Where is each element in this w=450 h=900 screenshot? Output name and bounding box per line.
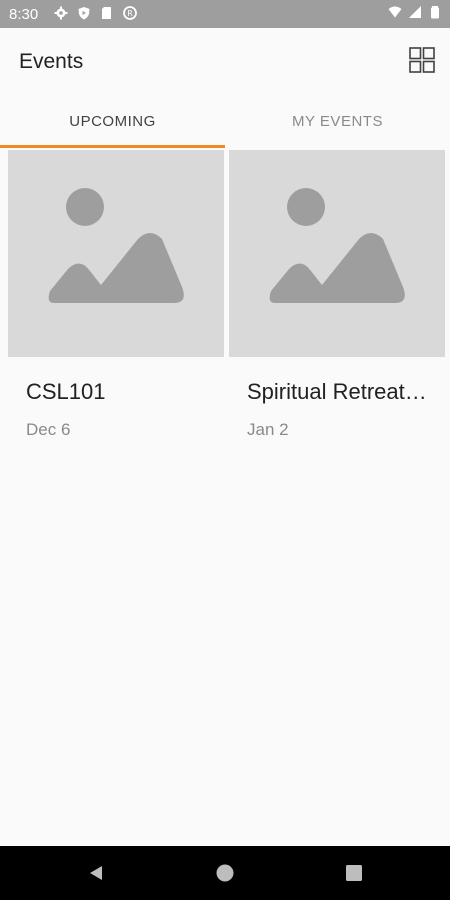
event-date: Dec 6: [26, 420, 71, 439]
grid-view-icon: [409, 47, 435, 73]
status-time: 8:30: [9, 6, 39, 23]
tab-bar: UPCOMING MY EVENTS: [0, 94, 450, 148]
tab-label: UPCOMING: [69, 112, 156, 130]
sim-card-icon: [102, 7, 111, 19]
status-icons-right: [388, 5, 442, 19]
signal-icon: [409, 6, 421, 18]
event-card[interactable]: CSL101 Dec 6: [8, 150, 224, 450]
event-title: CSL101: [26, 379, 106, 404]
battery-icon: [431, 6, 439, 19]
image-placeholder-icon: [48, 187, 184, 303]
tab-upcoming[interactable]: UPCOMING: [0, 94, 225, 148]
wifi-icon: [388, 6, 402, 18]
home-icon: [216, 864, 234, 882]
status-icons-left: R: [54, 6, 137, 20]
event-thumbnail: [8, 150, 224, 357]
page-title: Events: [19, 50, 84, 73]
event-card[interactable]: Spiritual Retreat… Jan 2: [229, 150, 445, 450]
settings-icon: [54, 6, 68, 20]
event-thumbnail: [229, 150, 445, 357]
system-nav-bar: [0, 846, 450, 900]
data-saver-icon: R: [123, 6, 137, 20]
back-icon: [90, 866, 102, 880]
tab-label: MY EVENTS: [292, 112, 383, 130]
back-button[interactable]: [84, 861, 108, 885]
tab-my-events[interactable]: MY EVENTS: [225, 94, 450, 148]
tab-indicator: [0, 145, 225, 148]
image-placeholder-icon: [269, 187, 405, 303]
home-button[interactable]: [213, 861, 237, 885]
status-bar: 8:30 R: [0, 0, 450, 28]
event-date: Jan 2: [247, 420, 289, 439]
recents-button[interactable]: [342, 861, 366, 885]
app-bar: Events: [0, 28, 450, 94]
svg-text:R: R: [127, 9, 133, 18]
shield-icon: [78, 7, 90, 20]
event-title: Spiritual Retreat…: [247, 379, 427, 404]
grid-view-button[interactable]: [408, 46, 436, 74]
recents-icon: [346, 865, 362, 881]
